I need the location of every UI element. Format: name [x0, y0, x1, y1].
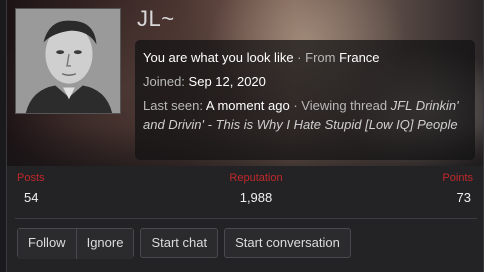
username[interactable]: JL~ [137, 6, 175, 32]
profile-info-panel: You are what you look like · From France… [135, 40, 475, 160]
stat-label: Posts [17, 172, 45, 184]
stat-label: Reputation [229, 172, 283, 184]
separator: · [293, 50, 306, 65]
about-line: You are what you look like · From France [143, 48, 467, 67]
follow-ignore-group: Follow Ignore [17, 228, 135, 259]
avatar[interactable] [15, 8, 121, 114]
member-tooltip-card: JL~ You are what you look like · From Fr… [6, 0, 484, 272]
joined-date: Sep 12, 2020 [188, 74, 266, 89]
avatar-portrait [16, 9, 120, 113]
stat-value: 54 [24, 190, 39, 205]
start-chat-button[interactable]: Start chat [140, 228, 219, 258]
last-seen-label: Last seen: [143, 98, 206, 113]
separator: · [289, 98, 302, 113]
activity-label: Viewing thread [301, 98, 391, 113]
joined-label: Joined: [143, 74, 189, 89]
divider [15, 218, 477, 219]
action-bar: Follow Ignore Start chat Start conversat… [17, 228, 351, 259]
stat-points[interactable]: Points 73 [442, 172, 473, 205]
follow-button[interactable]: Follow [18, 229, 76, 259]
tagline: You are what you look like [143, 50, 294, 65]
stat-label: Points [442, 172, 473, 184]
stat-value: 73 [456, 190, 471, 205]
location-link[interactable]: France [339, 50, 379, 65]
stat-value: 1,988 [239, 190, 273, 205]
member-stats: Posts 54 Reputation 1,988 Points 73 [7, 172, 483, 214]
start-conversation-button[interactable]: Start conversation [224, 228, 351, 258]
last-seen-time: A moment ago [205, 98, 290, 113]
last-seen-line: Last seen: A moment ago · Viewing thread… [143, 96, 467, 134]
stat-reputation[interactable]: Reputation 1,988 [211, 172, 301, 205]
stat-posts[interactable]: Posts 54 [17, 172, 45, 205]
ignore-button[interactable]: Ignore [75, 229, 134, 259]
joined-line: Joined: Sep 12, 2020 [143, 72, 467, 91]
location-label: From [305, 50, 340, 65]
